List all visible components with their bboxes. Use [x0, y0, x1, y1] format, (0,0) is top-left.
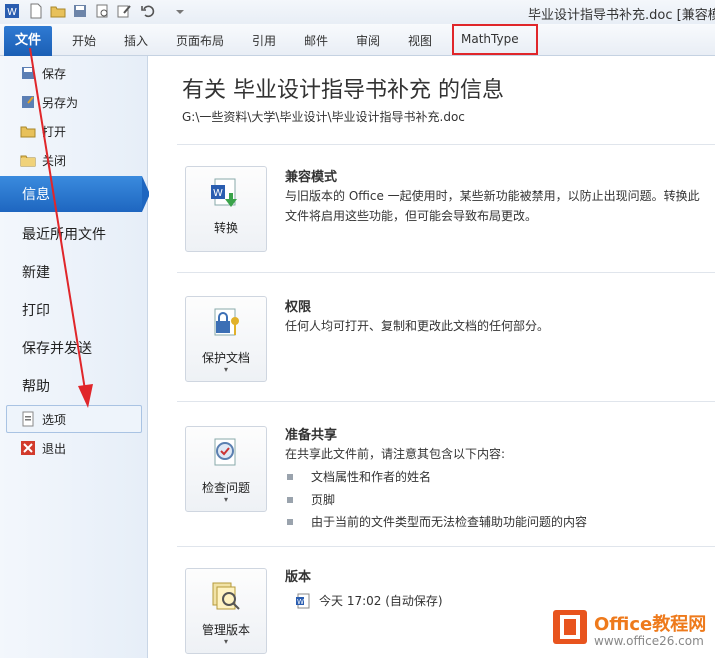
bullet-icon [287, 473, 293, 480]
sidebar-item-help[interactable]: 帮助 [22, 376, 50, 396]
watermark-url: www.office26.com [594, 634, 704, 648]
sidebar-item-label: 打开 [42, 124, 67, 139]
tab-review[interactable]: 审阅 [356, 32, 380, 49]
version-label: 今天 17:02 (自动保存) [319, 594, 443, 608]
section-title-compat: 兼容模式 [285, 170, 338, 185]
bullet-icon [287, 496, 293, 503]
check-issues-button[interactable]: 检查问题 ▾ [185, 426, 267, 512]
dropdown-caret-icon: ▾ [223, 365, 228, 374]
section-title-permissions: 权限 [285, 300, 312, 315]
office-logo-icon [553, 610, 587, 644]
undo-icon[interactable] [140, 3, 156, 19]
divider [177, 546, 715, 547]
open-folder-icon [20, 123, 36, 139]
info-panel: 有关 毕业设计指导书补充 的信息 G:\一些资料\大学\毕业设计\毕业设计指导书… [149, 56, 715, 658]
sidebar-item-print[interactable]: 打印 [22, 300, 50, 320]
sidebar-item-save-send[interactable]: 保存并发送 [22, 338, 92, 358]
sidebar-item-label: 关闭 [42, 153, 67, 168]
title-bar: W 毕业设计指导书补充.doc [兼容模式 [0, 0, 715, 24]
sidebar-item-open[interactable]: 打开 [20, 120, 66, 142]
new-doc-icon[interactable] [28, 3, 44, 19]
save-as-icon [20, 94, 36, 110]
mathtype-highlight-box [452, 24, 538, 55]
list-item: 页脚 [287, 491, 335, 508]
svg-text:W: W [7, 7, 17, 18]
section-desc-permissions: 任何人均可打开、复制和更改此文档的任何部分。 [285, 319, 550, 333]
inspect-doc-icon [209, 437, 243, 471]
watermark-title: Office教程网 [594, 614, 707, 635]
sidebar-item-label: 另存为 [42, 95, 79, 110]
tab-mailings[interactable]: 邮件 [304, 32, 328, 49]
tab-home[interactable]: 开始 [72, 32, 96, 49]
svg-text:W: W [297, 598, 304, 606]
word-doc-icon: W [295, 593, 311, 609]
check-issues-label: 检查问题 [201, 481, 250, 495]
tab-view[interactable]: 视图 [408, 32, 432, 49]
open-folder-icon[interactable] [50, 3, 66, 19]
divider [177, 144, 715, 145]
sidebar-item-recent[interactable]: 最近所用文件 [22, 224, 106, 244]
sidebar-item-save-as[interactable]: 另存为 [20, 91, 78, 113]
versions-icon [209, 579, 243, 613]
window-title: 毕业设计指导书补充.doc [兼容模式 [528, 8, 715, 23]
sidebar-item-label: 信息 [22, 187, 50, 203]
save-icon[interactable] [72, 3, 88, 19]
word-app-icon[interactable]: W [4, 3, 20, 19]
close-folder-icon [20, 152, 36, 168]
tab-page-layout[interactable]: 页面布局 [176, 32, 224, 49]
section-desc-share: 在共享此文件前，请注意其包含以下内容: [285, 447, 506, 461]
convert-doc-icon: W [209, 177, 243, 211]
ribbon-tabs: 文件 开始 插入 页面布局 引用 邮件 审阅 视图 MathType [0, 24, 715, 56]
manage-versions-label: 管理版本 [201, 623, 250, 637]
sidebar-item-new[interactable]: 新建 [22, 262, 50, 282]
save-icon [20, 65, 36, 81]
bullet-icon [287, 518, 293, 525]
sidebar-item-options[interactable]: 选项 [20, 408, 66, 430]
divider [177, 272, 715, 273]
section-title-share: 准备共享 [285, 428, 338, 443]
page-title: 有关 毕业设计指导书补充 的信息 [182, 78, 504, 103]
sidebar-item-save[interactable]: 保存 [20, 62, 66, 84]
dropdown-caret-icon: ▾ [223, 637, 228, 646]
backstage-sidebar: 保存 另存为 打开 关闭 信息 最近所用文件 新建 打印 保存并发送 帮助 选项… [0, 56, 150, 658]
version-entry[interactable]: W 今天 17:02 (自动保存) [295, 592, 443, 609]
watermark-logo: Office教程网 www.office26.com [550, 604, 715, 658]
convert-button[interactable]: W 转换 [185, 166, 267, 252]
edit-icon[interactable] [116, 3, 132, 19]
section-desc-compat: 与旧版本的 Office 一起使用时，某些新功能被禁用，以防止出现问题。转换此文… [285, 189, 700, 223]
convert-button-label: 转换 [213, 221, 238, 235]
divider [177, 401, 715, 402]
manage-versions-button[interactable]: 管理版本 ▾ [185, 568, 267, 654]
file-path: G:\一些资料\大学\毕业设计\毕业设计指导书补充.doc [182, 110, 465, 124]
sidebar-item-label: 选项 [42, 412, 67, 427]
list-item: 由于当前的文件类型而无法检查辅助功能问题的内容 [287, 513, 587, 530]
sidebar-item-close[interactable]: 关闭 [20, 149, 66, 171]
sidebar-item-info[interactable]: 信息 [0, 176, 142, 212]
tab-insert[interactable]: 插入 [124, 32, 148, 49]
sidebar-item-exit[interactable]: 退出 [20, 437, 66, 459]
tab-file[interactable]: 文件 [4, 26, 52, 56]
print-preview-icon[interactable] [94, 3, 110, 19]
list-item: 文档属性和作者的姓名 [287, 468, 431, 485]
lock-key-icon [209, 307, 243, 341]
options-doc-icon [20, 411, 36, 427]
customize-toolbar-icon[interactable] [172, 3, 188, 19]
dropdown-caret-icon: ▾ [223, 495, 228, 504]
sidebar-item-label: 保存 [42, 66, 67, 81]
protect-document-label: 保护文档 [201, 351, 250, 365]
svg-text:W: W [213, 188, 223, 199]
section-title-versions: 版本 [285, 570, 312, 585]
protect-document-button[interactable]: 保护文档 ▾ [185, 296, 267, 382]
tab-references[interactable]: 引用 [252, 32, 276, 49]
sidebar-item-label: 退出 [42, 441, 67, 456]
exit-icon [20, 440, 36, 456]
